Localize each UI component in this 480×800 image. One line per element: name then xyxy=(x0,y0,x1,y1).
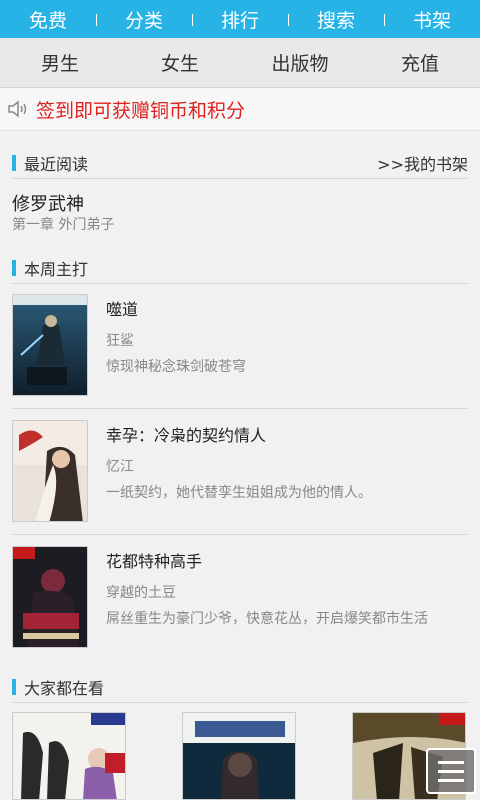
book-title: 花都特种高手 xyxy=(106,552,203,571)
book-description: 一纸契约，她代替孪生姐姐成为他的情人。 xyxy=(106,485,372,501)
book-cover xyxy=(12,420,88,522)
sub-nav: 男生 女生 出版物 充值 xyxy=(0,38,480,88)
my-bookshelf-link[interactable]: >>我的书架 xyxy=(377,151,468,175)
book-description: 惊现神秘念珠剑破苍穹 xyxy=(106,359,246,375)
top-nav-search[interactable]: 搜索 xyxy=(288,6,384,33)
book-title: 幸孕：冷枭的契约情人 xyxy=(106,426,267,445)
popular-header: 大家都在看 xyxy=(12,671,468,703)
recent-reading-title: 最近阅读 xyxy=(24,154,89,174)
section-accent-bar xyxy=(12,259,16,276)
sub-nav-male[interactable]: 男生 xyxy=(0,49,120,76)
featured-title: 本周主打 xyxy=(24,259,89,279)
book-description: 屌丝重生为豪门少爷，快意花丛，开启爆笑都市生活 xyxy=(106,611,428,627)
checkin-notice[interactable]: 签到即可获赠铜币和积分 xyxy=(0,88,480,131)
sub-nav-recharge[interactable]: 充值 xyxy=(360,49,480,76)
featured-header: 本周主打 xyxy=(12,252,468,284)
book-author: 穿越的土豆 xyxy=(106,585,176,601)
section-accent-bar xyxy=(12,678,16,695)
book-author: 忆江 xyxy=(106,459,134,475)
menu-button[interactable] xyxy=(426,748,476,794)
popular-title: 大家都在看 xyxy=(24,678,105,698)
recent-book-chapter[interactable]: 第一章 外门弟子 xyxy=(12,214,114,234)
sub-nav-female[interactable]: 女生 xyxy=(120,49,240,76)
recent-reading-header: 最近阅读 >>我的书架 xyxy=(12,147,468,179)
top-nav-bookshelf[interactable]: 书架 xyxy=(384,6,480,33)
popular-book-cover[interactable] xyxy=(12,712,126,800)
recent-book-title[interactable]: 修罗武神 xyxy=(12,190,84,216)
popular-book-cover[interactable] xyxy=(182,712,296,800)
book-item[interactable]: 幸孕：冷枭的契约情人 忆江 一纸契约，她代替孪生姐姐成为他的情人。 xyxy=(12,420,468,546)
menu-icon-line xyxy=(438,769,464,773)
book-cover xyxy=(12,294,88,396)
top-nav: 免费 分类 排行 搜索 书架 xyxy=(0,0,480,38)
book-cover xyxy=(12,546,88,648)
book-author: 狂鲨 xyxy=(106,333,134,349)
menu-icon xyxy=(438,760,464,764)
divider xyxy=(12,534,468,535)
top-nav-free[interactable]: 免费 xyxy=(0,6,96,33)
top-nav-category[interactable]: 分类 xyxy=(96,6,192,33)
top-nav-ranking[interactable]: 排行 xyxy=(192,6,288,33)
section-accent-bar xyxy=(12,154,16,171)
speaker-icon xyxy=(0,88,36,131)
divider xyxy=(12,408,468,409)
menu-icon-line xyxy=(438,778,464,782)
book-title: 噬道 xyxy=(106,300,139,319)
book-item[interactable]: 噬道 狂鲨 惊现神秘念珠剑破苍穹 xyxy=(12,294,468,420)
sub-nav-publications[interactable]: 出版物 xyxy=(240,49,360,76)
notice-text: 签到即可获赠铜币和积分 xyxy=(36,99,246,122)
book-item[interactable]: 花都特种高手 穿越的土豆 屌丝重生为豪门少爷，快意花丛，开启爆笑都市生活 xyxy=(12,546,468,672)
